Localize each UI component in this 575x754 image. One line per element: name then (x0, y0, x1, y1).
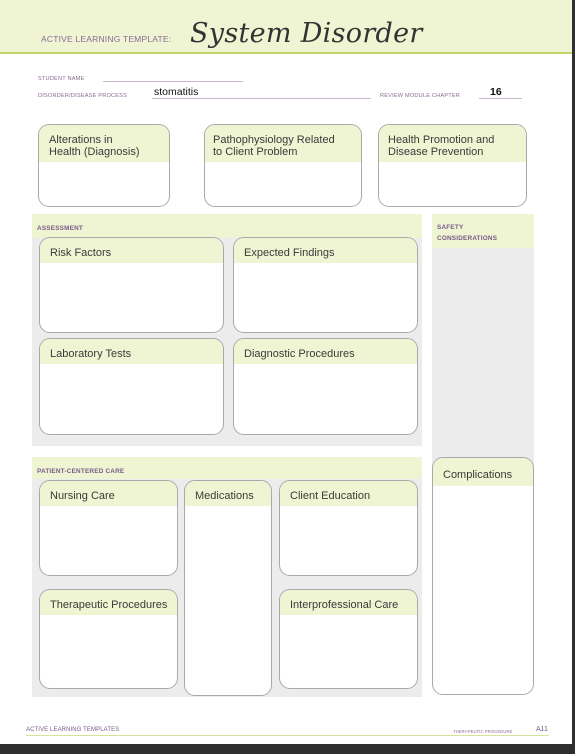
box-header: Medications (185, 481, 271, 506)
client-education-box[interactable]: Client Education (279, 480, 418, 576)
disorder-field[interactable] (152, 98, 371, 99)
disorder-label: DISORDER/DISEASE PROCESS (38, 93, 128, 99)
laboratory-tests-box[interactable]: Laboratory Tests (39, 338, 224, 435)
chapter-value: 16 (490, 86, 502, 98)
footer-left-label: ACTIVE LEARNING TEMPLATES (26, 727, 120, 733)
disorder-value: stomatitis (154, 86, 199, 98)
safety-title-line2: CONSIDERATIONS (437, 235, 498, 242)
box-title-line2: to Client Problem (213, 146, 298, 158)
box-header: Client Education (280, 481, 417, 506)
box-header: Health Promotion and Disease Prevention (379, 125, 526, 162)
box-header: Alterations in Health (Diagnosis) (39, 125, 169, 162)
nursing-care-box[interactable]: Nursing Care (39, 480, 178, 576)
box-header: Expected Findings (234, 238, 417, 263)
box-title-line1: Alterations in (49, 134, 113, 146)
risk-factors-box[interactable]: Risk Factors (39, 237, 224, 333)
assessment-header (32, 214, 422, 238)
chapter-label: REVIEW MODULE CHAPTER (380, 93, 461, 99)
assessment-title: ASSESSMENT (37, 225, 84, 232)
box-header: Pathophysiology Related to Client Proble… (205, 125, 361, 162)
student-name-label: STUDENT NAME (38, 76, 85, 82)
safety-title-line1: SAFETY (437, 224, 464, 231)
complications-box[interactable]: Complications (432, 457, 534, 695)
footer-rule (26, 735, 549, 736)
diagnostic-procedures-box[interactable]: Diagnostic Procedures (233, 338, 418, 435)
box-title-line1: Pathophysiology Related (213, 134, 335, 146)
page-title: System Disorder (190, 18, 423, 49)
interprofessional-care-box[interactable]: Interprofessional Care (279, 589, 418, 689)
box-title-line2: Disease Prevention (388, 146, 484, 158)
worksheet-page: ACTIVE LEARNING TEMPLATE: System Disorde… (0, 0, 572, 744)
health-promotion-box[interactable]: Health Promotion and Disease Prevention (378, 124, 527, 207)
expected-findings-box[interactable]: Expected Findings (233, 237, 418, 333)
box-header: Nursing Care (40, 481, 177, 506)
box-title-line2: Health (Diagnosis) (49, 146, 140, 158)
box-header: Interprofessional Care (280, 590, 417, 615)
chapter-field[interactable] (479, 98, 522, 99)
alterations-in-health-box[interactable]: Alterations in Health (Diagnosis) (38, 124, 170, 207)
template-label: ACTIVE LEARNING TEMPLATE: (41, 34, 172, 44)
box-header: Therapeutic Procedures (40, 590, 177, 615)
box-header: Complications (433, 458, 533, 486)
box-header: Laboratory Tests (40, 339, 223, 364)
therapeutic-procedures-box[interactable]: Therapeutic Procedures (39, 589, 178, 689)
footer-right-label: THERAPEUTIC PROCEDURE (453, 729, 513, 734)
box-header: Risk Factors (40, 238, 223, 263)
pathophysiology-box[interactable]: Pathophysiology Related to Client Proble… (204, 124, 362, 207)
medications-box[interactable]: Medications (184, 480, 272, 696)
box-header: Diagnostic Procedures (234, 339, 417, 364)
patient-care-title: PATIENT-CENTERED CARE (37, 468, 125, 475)
safety-considerations-panel[interactable]: SAFETY CONSIDERATIONS (432, 214, 534, 474)
student-name-field[interactable] (103, 81, 243, 82)
page-number: A11 (536, 726, 548, 733)
box-title-line1: Health Promotion and (388, 134, 495, 146)
